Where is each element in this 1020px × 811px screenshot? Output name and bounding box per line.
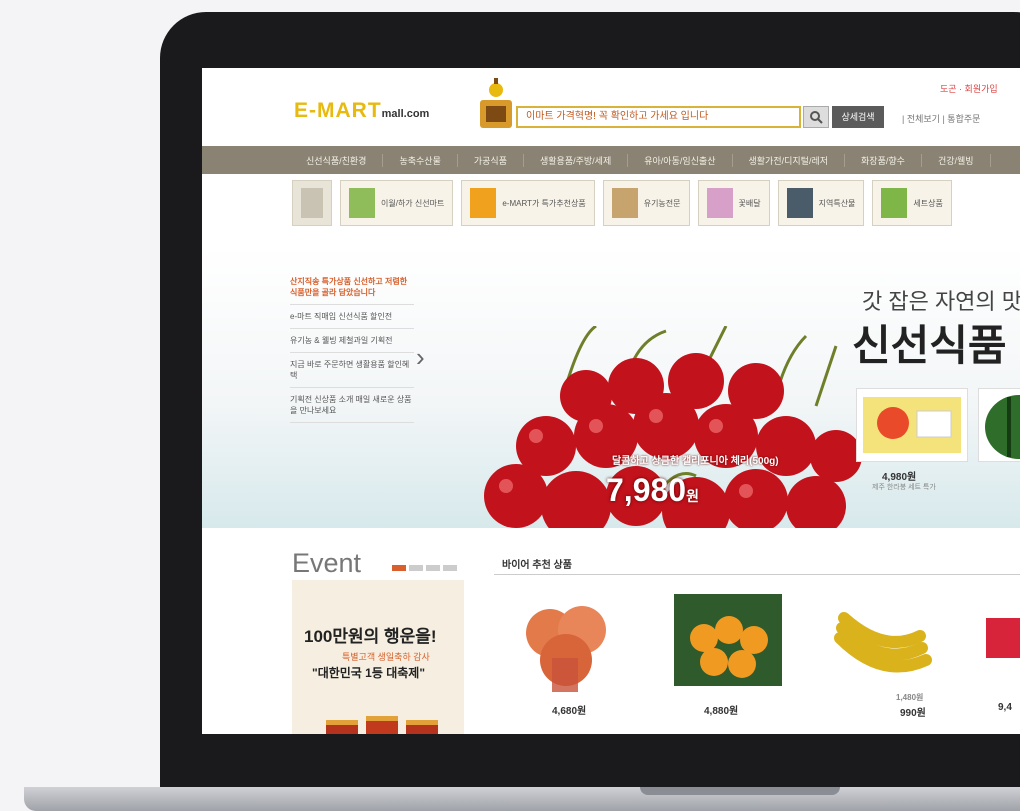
hero-product-card[interactable] — [978, 388, 1020, 462]
emart-logo[interactable]: E-MARTmall.com — [294, 99, 429, 123]
category-tile-label: 이월/하가 신선마트 — [381, 198, 445, 208]
strawberries-image — [986, 618, 1020, 658]
product-item[interactable]: 1,480원 990원 — [822, 588, 962, 734]
detail-search-button[interactable]: 상세검색 — [832, 106, 884, 128]
event-banner[interactable]: 100만원의 행운을! 특별고객 생일축하 감사 "대한민국 1등 대축제" — [292, 580, 464, 734]
logo-suffix: mall.com — [381, 108, 430, 120]
logo-main: E-MART — [294, 99, 382, 122]
event-subline: 특별고객 생일축하 감사 — [342, 652, 430, 662]
category-tile-label: 지역특산물 — [818, 198, 856, 208]
laptop-base — [24, 787, 1020, 811]
tangerines-image — [674, 594, 782, 686]
event-headline: 100만원의 행운을! — [304, 627, 437, 646]
hero-card-price: 4,980원 — [882, 472, 917, 483]
laptop-screen: 도곤 · 회원가입 E-MARTmall.com 이마트 가격혁명! 꼭 확인하… — [202, 68, 1020, 734]
event-pager[interactable] — [392, 565, 457, 571]
global-nav: 신선식품/친환경 농축수산물 가공식품 생활용품/주방/세제 유아/아동/임신출… — [202, 146, 1020, 174]
category-tile[interactable]: e-MART가 특가추천상품 — [461, 180, 595, 226]
gnb-item[interactable]: 신선식품/친환경 — [202, 153, 384, 167]
product-image — [863, 397, 961, 453]
hero-product-card[interactable] — [856, 388, 968, 462]
category-tile[interactable]: 꽃배달 — [697, 180, 770, 226]
event-tagline: "대한민국 1등 대축제" — [312, 666, 426, 680]
product-item[interactable]: 4,680원 — [500, 588, 640, 734]
site-header: 도곤 · 회원가입 E-MARTmall.com 이마트 가격혁명! 꼭 확인하… — [202, 68, 1020, 146]
category-tile[interactable] — [292, 180, 332, 226]
jars-image — [326, 716, 438, 734]
mascot-icon — [480, 78, 512, 128]
category-tile[interactable]: 세트상품 — [872, 180, 952, 226]
hero-price: 7,980원 — [606, 472, 699, 509]
category-strip: 이월/하가 신선마트 e-MART가 특가추천상품 유기농전문 꽃배달 지역특산… — [292, 180, 1020, 230]
gnb-item[interactable]: 생활용품/주방/세제 — [524, 153, 629, 167]
gnb-item[interactable]: 유아/아동/임신출산 — [628, 153, 733, 167]
recommend-title: 바이어 추천 상품 — [502, 560, 572, 571]
util-links[interactable]: | 전체보기 | 통합주문 — [902, 112, 980, 125]
product-price: 4,880원 — [704, 706, 739, 717]
product-price: 4,680원 — [552, 706, 587, 717]
category-tile-label: 유기농전문 — [643, 198, 681, 208]
event-title: Event — [292, 548, 362, 578]
product-price: 990원 — [900, 708, 926, 719]
gnb-item[interactable]: 농축수산물 — [383, 153, 458, 167]
category-tile-label: 꽃배달 — [738, 198, 761, 208]
search-icon — [810, 111, 823, 124]
product-old-price: 1,480원 — [896, 693, 924, 702]
bananas-image — [834, 612, 932, 673]
hero-banner[interactable]: 산지직송 특가상품 신선하고 저렴한 식품만을 골라 담았습니다 e-마트 직매… — [202, 246, 1020, 528]
category-tile[interactable]: 이월/하가 신선마트 — [340, 180, 454, 226]
product-item[interactable]: 9,4 — [972, 588, 1020, 734]
hero-card-desc: 제주 한라봉 세트 특가 — [872, 484, 936, 491]
hero-price-unit: 원 — [686, 488, 699, 504]
category-tile[interactable]: 지역특산물 — [777, 180, 865, 226]
peaches-image — [526, 606, 606, 692]
gnb-item[interactable]: 생활가전/디지털/레저 — [733, 153, 846, 167]
watermelon-image — [985, 395, 1020, 459]
hero-title: 신선식품 — [852, 322, 1007, 369]
product-price: 9,4 — [998, 702, 1012, 713]
product-item[interactable]: 4,880원 — [674, 588, 814, 734]
search-input[interactable]: 이마트 가격혁명! 꼭 확인하고 가세요 입니다 — [516, 106, 801, 128]
gnb-item[interactable]: 화장품/향수 — [845, 153, 922, 167]
category-tile[interactable]: 유기농전문 — [602, 180, 690, 226]
gnb-item[interactable]: 가공식품 — [458, 153, 524, 167]
top-promo-links[interactable]: 도곤 · 회원가입 — [940, 82, 998, 95]
search-button[interactable] — [803, 106, 829, 128]
hero-price-value: 7,980 — [606, 472, 687, 508]
category-tile-label: 세트상품 — [913, 198, 943, 208]
category-tile-label: e-MART가 특가추천상품 — [502, 198, 586, 208]
gnb-item[interactable]: 건강/웰빙 — [922, 153, 991, 167]
hero-tagline: 달콤하고 상큼한 캘리포니아 체리(500g) — [612, 456, 779, 467]
laptop-hinge — [640, 787, 840, 795]
recommend-divider — [494, 574, 1020, 575]
promo-list-item[interactable]: 산지직송 특가상품 신선하고 저렴한 식품만을 골라 담았습니다 — [290, 270, 414, 305]
